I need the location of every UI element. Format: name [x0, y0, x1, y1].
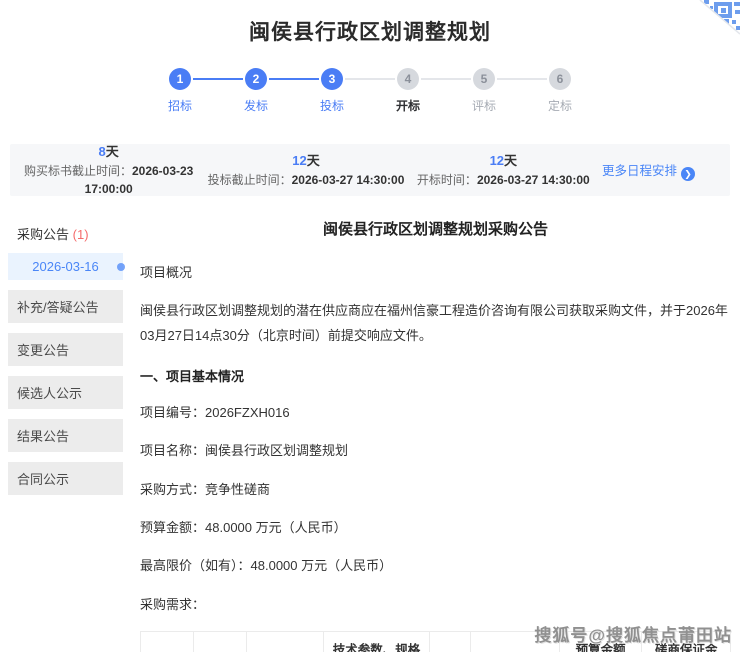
days-remaining: 12天 — [207, 151, 404, 171]
step-label: 发标 — [218, 97, 294, 114]
stepper-step-3: 3 投标 — [294, 68, 370, 114]
sidebar-item-purchase-announcement[interactable]: 采购公告 (1) — [8, 216, 123, 251]
content-area: 采购公告 (1) 2026-03-16 补充/答疑公告 变更公告 候选人公示 结… — [8, 216, 731, 652]
step-label: 开标 — [370, 97, 446, 114]
page: 闽侯县行政区划调整规划 1 招标 2 — [0, 0, 740, 652]
schedule-bar: 8天 购买标书截止时间：2026-03-23 17:00:00 12天 投标截止… — [10, 144, 730, 196]
announcement-body: 闽侯县行政区划调整规划采购公告 项目概况 闽侯县行政区划调整规划的潜在供应商应在… — [140, 216, 731, 652]
field-max-price: 最高限价（如有）：48.0000 万元（人民币） — [140, 554, 731, 577]
deadline-text: 开标时间：2026-03-27 14:30:00 — [405, 171, 602, 189]
step-label: 评标 — [446, 97, 522, 114]
sidebar-item-label: 采购公告 — [17, 227, 69, 242]
col-header-item-number: 品目号 — [194, 632, 247, 652]
step-label: 投标 — [294, 97, 370, 114]
watermark-text: 搜狐号@搜狐焦点莆田站 — [534, 621, 732, 646]
stepper-step-4: 4 开标 — [370, 68, 446, 114]
stepper-step-6: 6 定标 — [522, 68, 598, 114]
announcement-count-badge: (1) — [73, 227, 89, 242]
demand-label: 采购需求： — [140, 593, 731, 616]
active-dot-icon — [117, 263, 125, 271]
more-schedule-label: 更多日程安排 — [602, 164, 677, 178]
announcement-title: 闽侯县行政区划调整规划采购公告 — [140, 218, 731, 239]
schedule-item-bid-deadline: 12天 投标截止时间：2026-03-27 14:30:00 — [207, 151, 404, 189]
stepper-step-1: 1 招标 — [142, 68, 218, 114]
overview-text: 闽侯县行政区划调整规划的潜在供应商应在福州信豪工程造价咨询有限公司获取采购文件，… — [140, 299, 731, 348]
overview-heading: 项目概况 — [140, 261, 731, 284]
step-label: 定标 — [522, 97, 598, 114]
step-number: 3 — [321, 68, 343, 90]
field-project-name: 项目名称：闽侯县行政区划调整规划 — [140, 439, 731, 462]
step-number: 2 — [245, 68, 267, 90]
col-header-quantity: 数量 — [430, 632, 471, 652]
step-number: 5 — [473, 68, 495, 90]
deadline-text: 购买标书截止时间：2026-03-23 17:00:00 — [10, 162, 207, 198]
field-procurement-method: 采购方式：竞争性磋商 — [140, 478, 731, 501]
qr-code-icon — [686, 0, 740, 46]
section1-heading: 一、项目基本情况 — [140, 366, 731, 385]
arrow-right-icon: ❯ — [681, 167, 695, 181]
deadline-text: 投标截止时间：2026-03-27 14:30:00 — [207, 171, 404, 189]
step-number: 4 — [397, 68, 419, 90]
schedule-item-purchase-deadline: 8天 购买标书截止时间：2026-03-23 17:00:00 — [10, 142, 207, 198]
more-schedule-link[interactable]: 更多日程安排 ❯ — [602, 160, 730, 181]
stepper-step-5: 5 评标 — [446, 68, 522, 114]
sidebar-item-change-announcement[interactable]: 变更公告 — [8, 333, 123, 366]
sidebar-item-candidate-publicity[interactable]: 候选人公示 — [8, 376, 123, 409]
field-project-number: 项目编号：2026FZXH016 — [140, 401, 731, 424]
field-budget-amount: 预算金额：48.0000 万元（人民币） — [140, 516, 731, 539]
col-header-contract-package: 合同包 — [141, 632, 194, 652]
sidebar-item-contract-publicity[interactable]: 合同公示 — [8, 462, 123, 495]
sidebar-item-date[interactable]: 2026-03-16 — [8, 253, 123, 280]
schedule-item-opening-time: 12天 开标时间：2026-03-27 14:30:00 — [405, 151, 602, 189]
step-number: 1 — [169, 68, 191, 90]
sidebar-item-supplement-qa[interactable]: 补充/答疑公告 — [8, 290, 123, 323]
col-header-tech-specs: 技术参数、规格要求 — [323, 632, 429, 652]
days-remaining: 8天 — [10, 142, 207, 162]
col-header-subject-name: 标的名称 — [247, 632, 324, 652]
stepper-step-2: 2 发标 — [218, 68, 294, 114]
step-label: 招标 — [142, 97, 218, 114]
step-number: 6 — [549, 68, 571, 90]
days-remaining: 12天 — [405, 151, 602, 171]
sidebar: 采购公告 (1) 2026-03-16 补充/答疑公告 变更公告 候选人公示 结… — [8, 216, 123, 652]
sidebar-date-label: 2026-03-16 — [32, 259, 99, 274]
sidebar-item-result-announcement[interactable]: 结果公告 — [8, 419, 123, 452]
page-title: 闽侯县行政区划调整规划 — [0, 0, 740, 46]
progress-stepper: 1 招标 2 发标 3 投标 4 开标 5 评标 6 定标 — [142, 68, 598, 126]
